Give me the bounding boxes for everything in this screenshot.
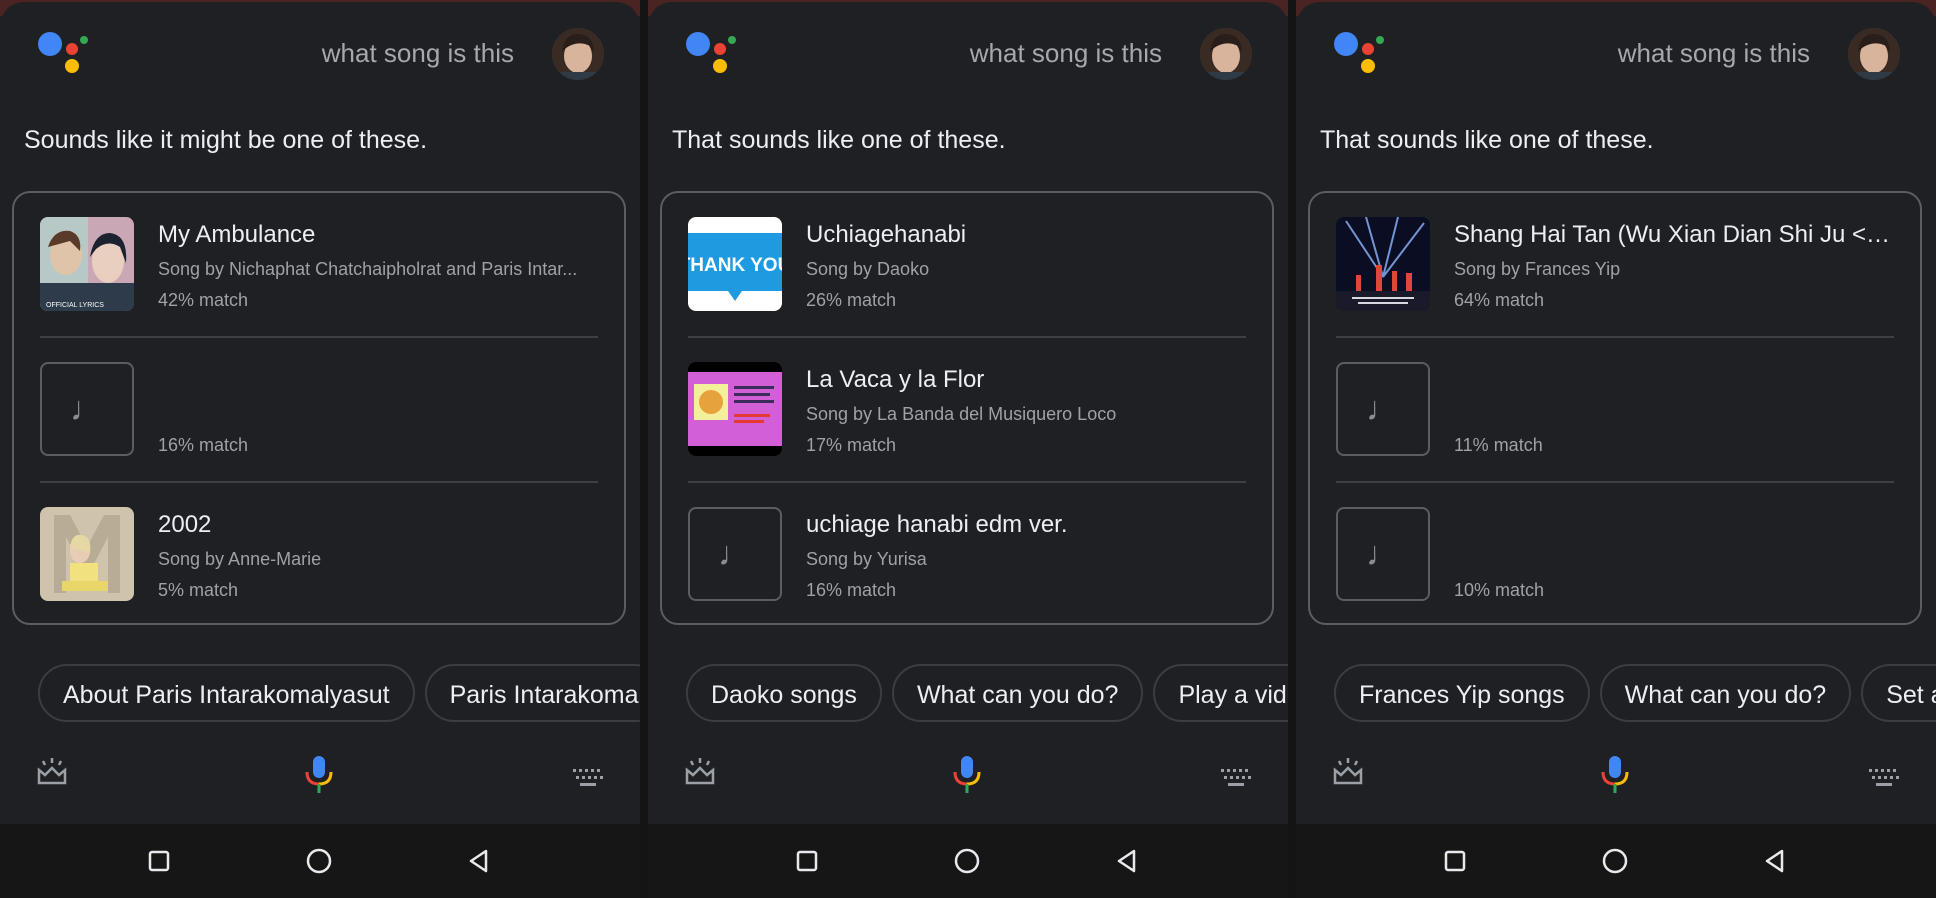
suggestion-chip[interactable]: Paris Intarakoma (424, 664, 640, 722)
home-circle-icon[interactable] (1600, 846, 1630, 876)
song-row[interactable]: ♩ uchiage hanabi edm ver. Song by Yurisa… (662, 483, 1272, 628)
query-text[interactable]: what song is this (970, 38, 1162, 69)
google-assistant-logo-icon (686, 32, 736, 73)
avatar[interactable] (1848, 28, 1900, 80)
match-percent: 10% match (1454, 580, 1545, 600)
anne-marie-art (40, 507, 134, 601)
recents-square-icon[interactable] (144, 846, 174, 876)
music-note-icon: ♩ (718, 534, 752, 573)
song-row[interactable]: La Vaca y la Flor Song by La Banda del M… (662, 338, 1272, 483)
suggestion-chips: Frances Yip songsWhat can you do?Set a (1334, 664, 1936, 726)
response-text: That sounds like one of these. (672, 126, 1006, 154)
song-row[interactable]: OFFICIAL LYRICS My Ambulance Song by Nic… (14, 193, 624, 338)
response-text: Sounds like it might be one of these. (24, 126, 428, 154)
snapshot-icon[interactable] (1332, 756, 1364, 788)
song-row[interactable]: ♩ 16% match (14, 338, 624, 483)
snapshot-icon[interactable] (684, 756, 716, 788)
suggestion-chips: About Paris Intarakomalyasut Paris Intara… (38, 664, 640, 726)
music-note-icon: ♩ (1366, 389, 1400, 428)
recents-square-icon[interactable] (1440, 846, 1470, 876)
home-circle-icon[interactable] (304, 846, 334, 876)
back-triangle-icon[interactable] (464, 846, 494, 876)
music-note-placeholder: ♩ (1336, 507, 1430, 601)
song-results-card: THANK YOU Uchiagehanabi Song by Daoko 26… (660, 191, 1274, 625)
svg-text:THANK YOU: THANK YOU (688, 255, 782, 276)
match-percent: 42% match (158, 290, 249, 310)
match-percent: 16% match (806, 580, 897, 600)
mic-icon[interactable] (302, 754, 336, 794)
suggestion-chip[interactable]: Frances Yip songs (1334, 664, 1590, 722)
avatar[interactable] (552, 28, 604, 80)
assistant-panel-3: what song is this That sounds like one o… (1296, 0, 1936, 898)
song-title: My Ambulance (158, 221, 316, 248)
song-results-card: OFFICIAL LYRICS My Ambulance Song by Nic… (12, 191, 626, 625)
keyboard-icon[interactable] (572, 766, 604, 790)
match-percent: 16% match (158, 435, 249, 455)
song-row[interactable]: ♩ 11% match (1310, 338, 1920, 483)
song-title: Uchiagehanabi (806, 221, 967, 248)
match-percent: 64% match (1454, 290, 1545, 310)
song-artist: Song by Frances Yip (1454, 259, 1621, 279)
response-text: That sounds like one of these. (1320, 126, 1654, 154)
thank-you-art: THANK YOU (688, 217, 782, 311)
keyboard-icon[interactable] (1220, 766, 1252, 790)
suggestion-chip[interactable]: Daoko songs (686, 664, 882, 722)
match-percent: 26% match (806, 290, 897, 310)
back-triangle-icon[interactable] (1760, 846, 1790, 876)
mic-icon[interactable] (950, 754, 984, 794)
song-title: 2002 (158, 511, 212, 538)
song-row[interactable]: ♩ 10% match (1310, 483, 1920, 628)
music-note-placeholder: ♩ (1336, 362, 1430, 456)
avatar[interactable] (1200, 28, 1252, 80)
song-title: La Vaca y la Flor (806, 366, 985, 393)
assistant-panel-1: what song is this Sounds like it might b… (0, 0, 640, 898)
music-note-placeholder: ♩ (40, 362, 134, 456)
svg-text:OFFICIAL LYRICS: OFFICIAL LYRICS (46, 302, 104, 309)
song-artist: Song by La Banda del Musiquero Loco (806, 404, 1117, 424)
song-row[interactable]: Shang Hai Tan (Wu Xian Dian Shi Ju <<...… (1310, 193, 1920, 338)
assistant-panel-2: what song is this That sounds like one o… (648, 0, 1288, 898)
suggestion-chip[interactable]: Play a vide (1153, 664, 1288, 722)
song-results-card: Shang Hai Tan (Wu Xian Dian Shi Ju <<...… (1308, 191, 1922, 625)
song-artist: Song by Daoko (806, 259, 930, 279)
home-circle-icon[interactable] (952, 846, 982, 876)
shanghai-art (1336, 217, 1430, 311)
google-assistant-logo-icon (1334, 32, 1384, 73)
song-artist: Song by Nichaphat Chatchaipholrat and Pa… (158, 259, 578, 279)
back-triangle-icon[interactable] (1112, 846, 1142, 876)
mic-icon[interactable] (1598, 754, 1632, 794)
my-ambulance-art: OFFICIAL LYRICS (40, 217, 134, 311)
query-text[interactable]: what song is this (1618, 38, 1810, 69)
snapshot-icon[interactable] (36, 756, 68, 788)
song-title: Shang Hai Tan (Wu Xian Dian Shi Ju <<... (1454, 221, 1894, 248)
suggestion-chip[interactable]: What can you do? (891, 664, 1144, 722)
suggestion-chips: Daoko songsWhat can you do?Play a vide (686, 664, 1288, 726)
music-note-icon: ♩ (1366, 534, 1400, 573)
match-percent: 5% match (158, 580, 239, 600)
song-row[interactable]: 2002 Song by Anne-Marie 5% match (14, 483, 624, 628)
suggestion-chip[interactable]: What can you do? (1599, 664, 1852, 722)
google-assistant-logo-icon (38, 32, 88, 73)
recents-square-icon[interactable] (792, 846, 822, 876)
query-text[interactable]: what song is this (322, 38, 514, 69)
suggestion-chip[interactable]: Set a (1861, 664, 1936, 722)
song-artist: Song by Anne-Marie (158, 549, 322, 569)
song-row[interactable]: THANK YOU Uchiagehanabi Song by Daoko 26… (662, 193, 1272, 338)
suggestion-chip[interactable]: About Paris Intarakomalyasut (38, 664, 415, 722)
match-percent: 11% match (1454, 435, 1543, 455)
match-percent: 17% match (806, 435, 897, 455)
la-vaca-art (688, 362, 782, 456)
music-note-icon: ♩ (70, 389, 104, 428)
music-note-placeholder: ♩ (688, 507, 782, 601)
song-title: uchiage hanabi edm ver. (806, 511, 1068, 538)
keyboard-icon[interactable] (1868, 766, 1900, 790)
song-artist: Song by Yurisa (806, 549, 927, 569)
